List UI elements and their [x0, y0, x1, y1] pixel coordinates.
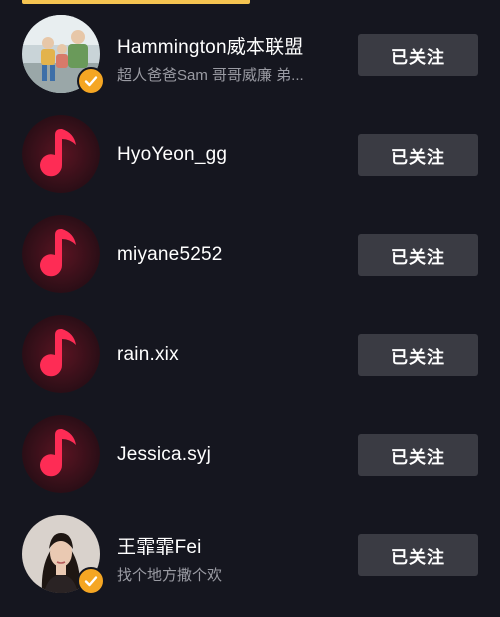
- following-list: Hammington威本联盟 超人爸爸Sam 哥哥威廉 弟... 已关注 Hyo…: [0, 5, 500, 605]
- user-name: HyoYeon_gg: [117, 144, 228, 165]
- user-subtitle: 找个地方撒个欢: [117, 567, 223, 584]
- following-button[interactable]: 已关注: [358, 534, 478, 576]
- tab-indicator: [22, 0, 250, 4]
- avatar[interactable]: [22, 115, 100, 193]
- verified-badge-icon: [77, 567, 105, 595]
- music-note-icon: [22, 415, 100, 493]
- avatar[interactable]: [22, 415, 100, 493]
- list-item[interactable]: 王霏霏Fei 找个地方撒个欢 已关注: [0, 505, 500, 605]
- list-item[interactable]: miyane5252 已关注: [0, 205, 500, 305]
- list-item[interactable]: Jessica.syj 已关注: [0, 405, 500, 505]
- avatar[interactable]: [22, 215, 100, 293]
- user-name: 王霏霏Fei: [117, 537, 202, 558]
- music-note-icon: [22, 115, 100, 193]
- following-button[interactable]: 已关注: [358, 34, 478, 76]
- following-button[interactable]: 已关注: [358, 134, 478, 176]
- user-name: rain.xix: [117, 344, 179, 365]
- following-button[interactable]: 已关注: [358, 434, 478, 476]
- list-item[interactable]: rain.xix 已关注: [0, 305, 500, 405]
- music-note-icon: [22, 315, 100, 393]
- user-name: Jessica.syj: [117, 444, 212, 465]
- list-item[interactable]: Hammington威本联盟 超人爸爸Sam 哥哥威廉 弟... 已关注: [0, 5, 500, 105]
- following-button[interactable]: 已关注: [358, 234, 478, 276]
- verified-badge-icon: [77, 67, 105, 95]
- user-subtitle: 超人爸爸Sam 哥哥威廉 弟...: [117, 67, 304, 84]
- list-item[interactable]: HyoYeon_gg 已关注: [0, 105, 500, 205]
- user-name: Hammington威本联盟: [117, 37, 304, 58]
- following-screen: Hammington威本联盟 超人爸爸Sam 哥哥威廉 弟... 已关注 Hyo…: [0, 0, 500, 617]
- following-button[interactable]: 已关注: [358, 334, 478, 376]
- user-name: miyane5252: [117, 244, 223, 265]
- music-note-icon: [22, 215, 100, 293]
- avatar[interactable]: [22, 315, 100, 393]
